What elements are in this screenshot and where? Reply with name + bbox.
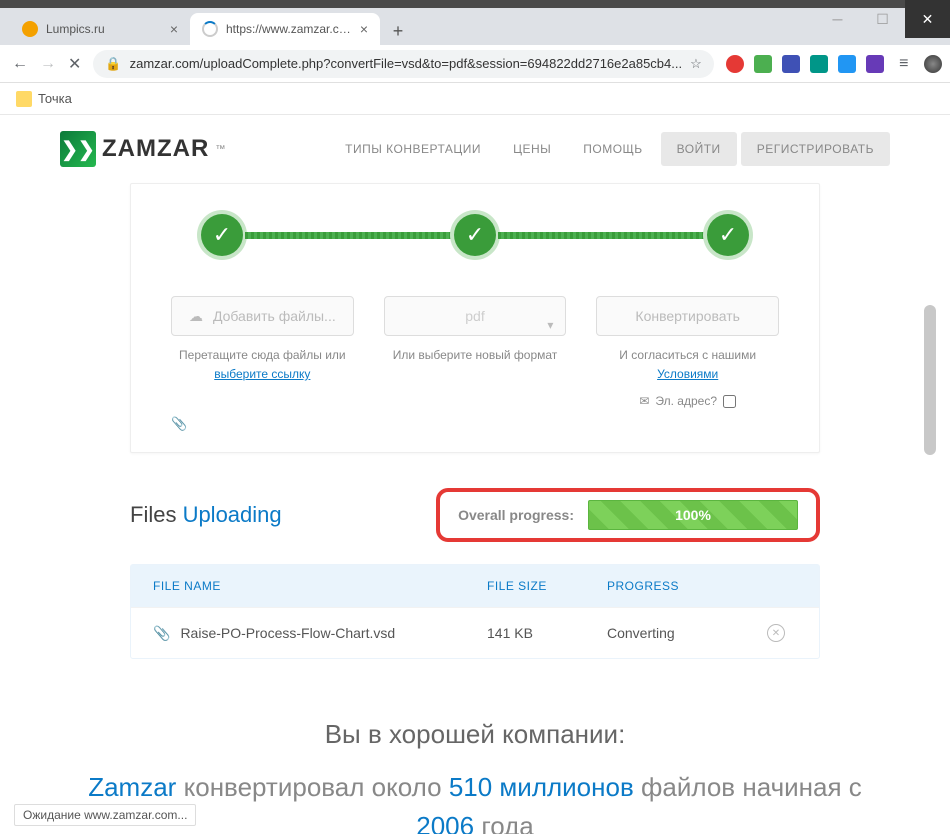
browser-tabs: Lumpics.ru × https://www.zamzar.com/uplo… bbox=[0, 8, 950, 45]
add-files-hint: Перетащите сюда файлы или выберите ссылк… bbox=[171, 346, 354, 384]
steps-indicator: ✓ ✓ ✓ bbox=[171, 214, 779, 256]
close-tab-icon[interactable]: × bbox=[170, 21, 178, 37]
nav-conversion-types[interactable]: ТИПЫ КОНВЕРТАЦИИ bbox=[331, 134, 495, 164]
logo-text: ZAMZAR bbox=[102, 135, 209, 163]
col-file-size: FILE SIZE bbox=[487, 579, 607, 593]
close-tab-icon[interactable]: × bbox=[360, 21, 368, 37]
status-bar: Ожидание www.zamzar.com... bbox=[14, 804, 196, 826]
minimize-button[interactable]: ─ bbox=[815, 0, 860, 38]
folder-icon bbox=[16, 91, 32, 107]
extension-icon[interactable] bbox=[754, 55, 772, 73]
bookmarks-bar: Точка bbox=[0, 83, 950, 115]
col-progress: PROGRESS bbox=[607, 579, 767, 593]
progress-label: Overall progress: bbox=[458, 507, 574, 523]
tab-title: https://www.zamzar.com/upload bbox=[226, 22, 352, 36]
lock-icon: 🔒 bbox=[105, 56, 121, 72]
reading-list-icon[interactable]: ≡ bbox=[894, 54, 914, 74]
loading-spinner-icon bbox=[202, 21, 218, 37]
choose-link[interactable]: выберите ссылку bbox=[214, 367, 310, 381]
email-label: Эл. адрес? bbox=[655, 394, 717, 408]
attachment-icon: 📎 bbox=[153, 625, 170, 641]
company-heading: Вы в хорошей компании: bbox=[60, 719, 890, 750]
format-select[interactable]: pdf bbox=[384, 296, 567, 336]
upload-icon: ☁ bbox=[189, 308, 203, 325]
table-row: 📎Raise-PO-Process-Flow-Chart.vsd 141 KB … bbox=[131, 607, 819, 658]
email-checkbox[interactable] bbox=[723, 395, 736, 408]
step-complete-icon: ✓ bbox=[707, 214, 749, 256]
overall-progress: Overall progress: 100% bbox=[436, 488, 820, 542]
col-file-name: FILE NAME bbox=[153, 579, 487, 593]
file-progress: Converting bbox=[607, 625, 767, 641]
register-button[interactable]: РЕГИСТРИРОВАТЬ bbox=[741, 132, 890, 166]
tab-title: Lumpics.ru bbox=[46, 22, 162, 36]
converter-card: ✓ ✓ ✓ ☁ Добавить файлы... Перетащите сюд… bbox=[130, 183, 820, 453]
progress-bar: 100% bbox=[588, 500, 798, 530]
login-button[interactable]: ВОЙТИ bbox=[661, 132, 737, 166]
browser-tab[interactable]: https://www.zamzar.com/upload × bbox=[190, 13, 380, 45]
extension-icon[interactable] bbox=[810, 55, 828, 73]
stop-button[interactable]: ✕ bbox=[68, 54, 81, 74]
browser-tab[interactable]: Lumpics.ru × bbox=[10, 13, 190, 45]
step-complete-icon: ✓ bbox=[201, 214, 243, 256]
logo[interactable]: ❯❯ ZAMZAR™ bbox=[60, 131, 225, 167]
scrollbar[interactable] bbox=[924, 305, 936, 455]
url-text: zamzar.com/uploadComplete.php?convertFil… bbox=[130, 56, 683, 71]
bookmark-item[interactable]: Точка bbox=[38, 91, 72, 106]
files-section-title: Files Uploading bbox=[130, 502, 282, 528]
close-window-button[interactable]: ✕ bbox=[905, 0, 950, 38]
file-size: 141 KB bbox=[487, 625, 607, 641]
extension-icon[interactable] bbox=[782, 55, 800, 73]
site-header: ❯❯ ZAMZAR™ ТИПЫ КОНВЕРТАЦИИ ЦЕНЫ ПОМОЩЬ … bbox=[0, 115, 950, 183]
files-table: FILE NAME FILE SIZE PROGRESS 📎 Raise-PO-P… bbox=[130, 564, 820, 659]
step-complete-icon: ✓ bbox=[454, 214, 496, 256]
convert-button[interactable]: Конвертировать bbox=[596, 296, 779, 336]
address-bar[interactable]: 🔒 zamzar.com/uploadComplete.php?convertF… bbox=[93, 50, 713, 78]
star-icon[interactable]: ☆ bbox=[690, 56, 702, 72]
terms-link[interactable]: Условиями bbox=[657, 367, 718, 381]
back-button[interactable]: ← bbox=[12, 54, 28, 74]
nav-prices[interactable]: ЦЕНЫ bbox=[499, 134, 565, 164]
mail-icon: ✉ bbox=[639, 394, 649, 408]
logo-icon: ❯❯ bbox=[60, 131, 96, 167]
attach-placeholder-icon: 📎 bbox=[171, 416, 779, 432]
maximize-button[interactable]: ☐ bbox=[860, 0, 905, 38]
nav-help[interactable]: ПОМОЩЬ bbox=[569, 134, 656, 164]
format-hint: Или выберите новый формат bbox=[384, 346, 567, 365]
file-name: Raise-PO-Process-Flow-Chart.vsd bbox=[180, 625, 395, 641]
favicon-icon bbox=[22, 21, 38, 37]
forward-button[interactable]: → bbox=[40, 54, 56, 74]
terms-hint: И согласиться с нашими Условиями bbox=[596, 346, 779, 384]
new-tab-button[interactable]: + bbox=[384, 17, 412, 45]
remove-file-button[interactable]: ✕ bbox=[767, 624, 785, 642]
extension-icon[interactable] bbox=[866, 55, 884, 73]
step-connector bbox=[498, 232, 705, 239]
step-connector bbox=[245, 232, 452, 239]
address-bar-row: ← → ✕ 🔒 zamzar.com/uploadComplete.php?co… bbox=[0, 45, 950, 83]
extension-icon[interactable] bbox=[838, 55, 856, 73]
avatar-icon[interactable] bbox=[924, 55, 942, 73]
extension-icon[interactable] bbox=[726, 55, 744, 73]
add-files-button[interactable]: ☁ Добавить файлы... bbox=[171, 296, 354, 336]
